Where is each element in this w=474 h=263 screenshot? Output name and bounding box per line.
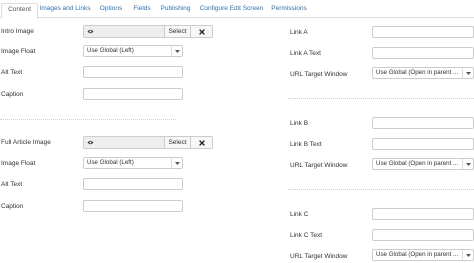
intro-image-float-select[interactable]: Use Global (Left) bbox=[83, 45, 183, 57]
tab-options-label: Options bbox=[99, 5, 123, 12]
intro-image-select-button[interactable]: Select bbox=[164, 26, 190, 37]
full-article-image-field[interactable]: Select bbox=[83, 136, 213, 149]
tab-configure-edit-screen-label: Configure Edit Screen bbox=[199, 5, 264, 12]
section-divider-left bbox=[0, 119, 176, 120]
full-alt-text-input[interactable] bbox=[83, 178, 183, 190]
link-b-input[interactable] bbox=[372, 117, 474, 129]
full-caption-label: Caption bbox=[1, 203, 24, 210]
caret-down-icon bbox=[462, 68, 473, 78]
link-c-target-select[interactable]: Use Global (Open in parent ... bbox=[372, 249, 474, 261]
link-c-target-label: URL Target Window bbox=[290, 253, 348, 260]
intro-alt-text-label: Alt Text bbox=[1, 69, 23, 76]
tab-publishing-label: Publishing bbox=[160, 5, 191, 12]
full-image-float-value: Use Global (Left) bbox=[87, 159, 134, 166]
intro-caption-input[interactable] bbox=[83, 88, 183, 100]
tab-options[interactable]: Options bbox=[96, 3, 126, 17]
tab-images-and-links-label: Images and Links bbox=[39, 5, 91, 12]
section-divider-right-1 bbox=[288, 98, 474, 99]
full-article-image-label: Full Article Image bbox=[1, 139, 51, 146]
caret-down-icon bbox=[171, 46, 182, 56]
link-a-text-input[interactable] bbox=[372, 47, 474, 59]
caret-down-icon bbox=[171, 158, 182, 168]
link-b-text-input[interactable] bbox=[372, 138, 474, 150]
section-divider-right-2 bbox=[288, 189, 474, 190]
eye-icon[interactable] bbox=[84, 26, 97, 37]
link-a-text-label: Link A Text bbox=[290, 50, 321, 57]
link-a-target-select[interactable]: Use Global (Open in parent ... bbox=[372, 67, 474, 79]
full-image-float-label: Image Float bbox=[1, 160, 36, 167]
intro-image-field[interactable]: Select bbox=[83, 25, 213, 38]
link-a-label: Link A bbox=[290, 29, 308, 36]
link-c-input[interactable] bbox=[372, 208, 474, 220]
link-b-target-label: URL Target Window bbox=[290, 162, 348, 169]
full-caption-input[interactable] bbox=[83, 200, 183, 212]
link-c-label: Link C bbox=[290, 211, 309, 218]
tab-content-label: Content bbox=[8, 6, 31, 13]
intro-caption-label: Caption bbox=[1, 91, 24, 98]
intro-alt-text-input[interactable] bbox=[83, 66, 183, 78]
tab-bar: Content Images and Links Options Fields … bbox=[0, 0, 474, 19]
intro-image-float-value: Use Global (Left) bbox=[87, 47, 134, 54]
tab-fields[interactable]: Fields bbox=[129, 3, 155, 17]
tab-configure-edit-screen[interactable]: Configure Edit Screen bbox=[198, 3, 265, 17]
link-c-target-value: Use Global (Open in parent ... bbox=[376, 251, 459, 258]
intro-image-float-label: Image Float bbox=[1, 48, 36, 55]
link-a-target-value: Use Global (Open in parent ... bbox=[376, 69, 459, 76]
tab-publishing[interactable]: Publishing bbox=[157, 3, 194, 17]
link-a-input[interactable] bbox=[372, 26, 474, 38]
tab-fields-label: Fields bbox=[133, 5, 151, 12]
link-b-text-label: Link B Text bbox=[290, 141, 322, 148]
caret-down-icon bbox=[462, 159, 473, 169]
link-a-target-label: URL Target Window bbox=[290, 71, 348, 78]
link-b-label: Link B bbox=[290, 120, 309, 127]
full-article-image-select-button[interactable]: Select bbox=[164, 137, 190, 148]
tab-permissions-label: Permissions bbox=[271, 5, 307, 12]
link-b-target-select[interactable]: Use Global (Open in parent ... bbox=[372, 158, 474, 170]
eye-icon[interactable] bbox=[84, 137, 97, 148]
tab-images-and-links[interactable]: Images and Links bbox=[37, 3, 93, 17]
link-b-target-value: Use Global (Open in parent ... bbox=[376, 160, 459, 167]
full-alt-text-label: Alt Text bbox=[1, 181, 23, 188]
link-c-text-label: Link C Text bbox=[290, 232, 323, 239]
link-c-text-input[interactable] bbox=[372, 229, 474, 241]
tab-content[interactable]: Content bbox=[1, 3, 38, 19]
intro-image-label: Intro Image bbox=[1, 28, 34, 35]
caret-down-icon bbox=[462, 250, 473, 260]
tab-permissions[interactable]: Permissions bbox=[269, 3, 309, 17]
full-image-float-select[interactable]: Use Global (Left) bbox=[83, 157, 183, 169]
close-icon[interactable] bbox=[190, 137, 212, 148]
close-icon[interactable] bbox=[190, 26, 212, 37]
